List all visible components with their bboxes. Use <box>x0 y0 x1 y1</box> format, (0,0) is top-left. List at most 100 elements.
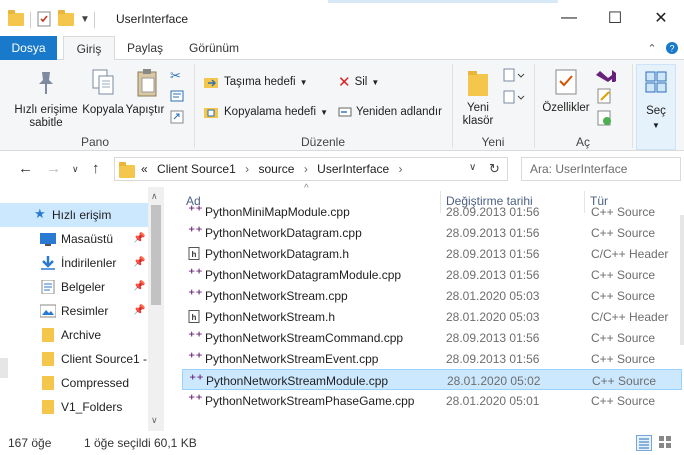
easy-access-icon[interactable] <box>503 90 525 109</box>
cpp-file-icon: ⁺⁺ <box>188 223 203 239</box>
qa-new-folder-icon[interactable] <box>58 9 74 28</box>
history-icon[interactable] <box>597 110 613 129</box>
file-date: 28.01.2020 05:02 <box>447 374 541 388</box>
nav-item-documents[interactable]: Belgeler 📌 <box>0 275 148 299</box>
rename-button[interactable]: Yeniden adlandır <box>338 102 442 122</box>
properties-button[interactable]: Özellikler <box>538 102 594 115</box>
breadcrumb-overflow[interactable]: « <box>141 162 148 176</box>
nav-item-quick-access[interactable]: ★ Hızlı erişim <box>0 203 148 227</box>
details-view-button[interactable] <box>636 435 652 451</box>
select-button[interactable]: Seç ▼ <box>636 64 676 150</box>
file-row[interactable]: ⁺⁺ PythonNetworkDatagramModule.cpp 28.09.2… <box>182 264 682 285</box>
breadcrumb-separator-icon[interactable]: › <box>304 162 308 176</box>
cpp-file-icon: ⁺⁺ <box>188 265 203 281</box>
svg-text:h: h <box>192 250 197 259</box>
breadcrumb-separator-icon[interactable]: › <box>399 162 403 176</box>
breadcrumb-item[interactable]: Client Source1 <box>157 162 236 176</box>
copy-button[interactable]: Kopyala <box>80 104 126 117</box>
nav-item-compressed[interactable]: Compressed <box>0 371 148 395</box>
qa-customize-icon[interactable]: ▼ <box>80 10 90 28</box>
file-type: C++ Source <box>591 268 656 282</box>
file-row[interactable]: ⁺⁺ PythonNetworkStream.cpp 28.01.2020 05:0… <box>182 285 682 306</box>
pin-icon[interactable]: 📌 <box>133 257 145 268</box>
qa-properties-icon[interactable] <box>36 10 52 28</box>
select-label: Seç <box>646 105 666 117</box>
close-button[interactable]: ✕ <box>638 0 684 36</box>
nav-item-client-source[interactable]: Client Source1 - <box>0 347 148 371</box>
tab-share[interactable]: Paylaş <box>117 36 173 60</box>
nav-item-v1-folders[interactable]: V1_Folders <box>0 395 148 419</box>
address-dropdown-icon[interactable]: ∨ <box>469 162 476 173</box>
delete-button[interactable]: ✕ Sil ▼ <box>338 72 379 92</box>
move-to-button[interactable]: Taşıma hedefi ▼ <box>204 72 308 92</box>
ribbon: Hızlı erişime sabitle Kopyala Yapıştır ✂… <box>0 60 684 151</box>
documents-icon <box>41 280 55 294</box>
paste-icon <box>136 68 160 101</box>
pin-icon[interactable]: 📌 <box>133 305 145 316</box>
edit-icon[interactable] <box>597 88 613 107</box>
open-visual-studio-icon[interactable] <box>594 68 620 85</box>
nav-item-downloads[interactable]: İndirilenler 📌 <box>0 251 148 275</box>
file-name: PythonNetworkStreamModule.cpp <box>206 374 389 388</box>
file-list-scrollbar[interactable] <box>680 215 684 345</box>
nav-scrollbar[interactable]: ∧ ∨ <box>148 187 164 431</box>
breadcrumb-item[interactable]: source <box>258 162 294 176</box>
scroll-down-icon[interactable]: ∨ <box>151 415 158 426</box>
nav-item-desktop[interactable]: Masaüstü 📌 <box>0 227 148 251</box>
pin-icon[interactable]: 📌 <box>133 281 145 292</box>
file-type: C++ Source <box>592 374 657 388</box>
rename-label: Yeniden adlandır <box>356 106 442 118</box>
paste-shortcut-icon[interactable] <box>170 110 184 127</box>
file-list: ⁺⁺ PythonMiniMapModule.cpp 28.09.2013 01:5… <box>164 204 684 411</box>
maximize-button[interactable]: ☐ <box>592 0 638 36</box>
copy-to-button[interactable]: Kopyalama hedefi ▼ <box>204 102 328 122</box>
search-input[interactable]: Ara: UserInterface <box>521 157 681 181</box>
file-name: PythonNetworkStream.cpp <box>205 289 348 303</box>
new-folder-button[interactable]: Yeni klasör <box>456 102 500 128</box>
group-label-pano: Pano <box>80 135 110 149</box>
tab-file[interactable]: Dosya <box>0 36 57 60</box>
help-icon[interactable]: ? <box>664 40 680 56</box>
group-divider <box>534 64 535 148</box>
large-icons-view-button[interactable] <box>658 435 674 451</box>
paste-button[interactable]: Yapıştır <box>122 104 168 117</box>
file-row[interactable]: ⁺⁺ PythonNetworkStreamEvent.cpp 28.09.2013… <box>182 348 682 369</box>
refresh-icon[interactable]: ↻ <box>489 161 500 177</box>
new-item-icon[interactable] <box>503 68 525 87</box>
tab-home[interactable]: Giriş <box>63 36 115 61</box>
file-date: 28.09.2013 01:56 <box>446 331 540 345</box>
ribbon-collapse-icon[interactable]: ⌃ <box>644 40 660 56</box>
star-icon: ★ <box>34 206 46 221</box>
cut-icon[interactable]: ✂ <box>170 68 181 84</box>
header-file-icon: h <box>188 310 202 323</box>
file-row[interactable]: ⁺⁺ PythonNetworkStreamCommand.cpp 28.09.20… <box>182 327 682 348</box>
file-type: C++ Source <box>591 352 656 366</box>
file-row[interactable]: ⁺⁺ PythonNetworkStreamPhaseGame.cpp 28.01.… <box>182 390 682 411</box>
scroll-up-icon[interactable]: ∧ <box>151 191 158 202</box>
file-row[interactable]: h PythonNetworkStream.h 28.01.2020 05:03 C/… <box>182 306 682 327</box>
minimize-button[interactable]: — <box>546 0 592 36</box>
back-button[interactable]: ← <box>18 160 33 177</box>
file-row[interactable]: ⁺⁺ PythonMiniMapModule.cpp 28.09.2013 01:5… <box>182 204 682 222</box>
nav-item-archive[interactable]: Archive <box>0 323 148 347</box>
breadcrumb-separator-icon[interactable]: › <box>245 162 249 176</box>
item-count: 167 öğe <box>8 436 52 450</box>
nav-item-pictures[interactable]: Resimler 📌 <box>0 299 148 323</box>
cpp-file-icon: ⁺⁺ <box>188 328 203 344</box>
window-title: UserInterface <box>116 12 189 26</box>
address-bar[interactable]: « Client Source1 › source › UserInterfac… <box>114 157 508 181</box>
up-button[interactable]: ↑ <box>92 160 100 177</box>
file-row[interactable]: ⁺⁺ PythonNetworkDatagram.cpp 28.09.2013 01… <box>182 222 682 243</box>
recent-locations-icon[interactable]: ∨ <box>72 164 79 175</box>
delete-label: Sil <box>354 76 368 88</box>
pin-quick-access-button[interactable]: Hızlı erişime sabitle <box>12 104 80 130</box>
nav-scrollbar-thumb[interactable] <box>151 205 161 305</box>
breadcrumb-item[interactable]: UserInterface <box>317 162 389 176</box>
pin-icon[interactable]: 📌 <box>133 233 145 244</box>
navigation-pane: ★ Hızlı erişim Masaüstü 📌 İndirilenler 📌… <box>0 187 164 431</box>
file-row[interactable]: h PythonNetworkDatagram.h 28.09.2013 01:56… <box>182 243 682 264</box>
forward-button[interactable]: → <box>46 160 61 177</box>
copy-path-icon[interactable] <box>170 90 184 105</box>
file-row[interactable]: ⁺⁺ PythonNetworkStreamModule.cpp 28.01.202… <box>182 369 682 390</box>
tab-view[interactable]: Görünüm <box>176 36 252 60</box>
